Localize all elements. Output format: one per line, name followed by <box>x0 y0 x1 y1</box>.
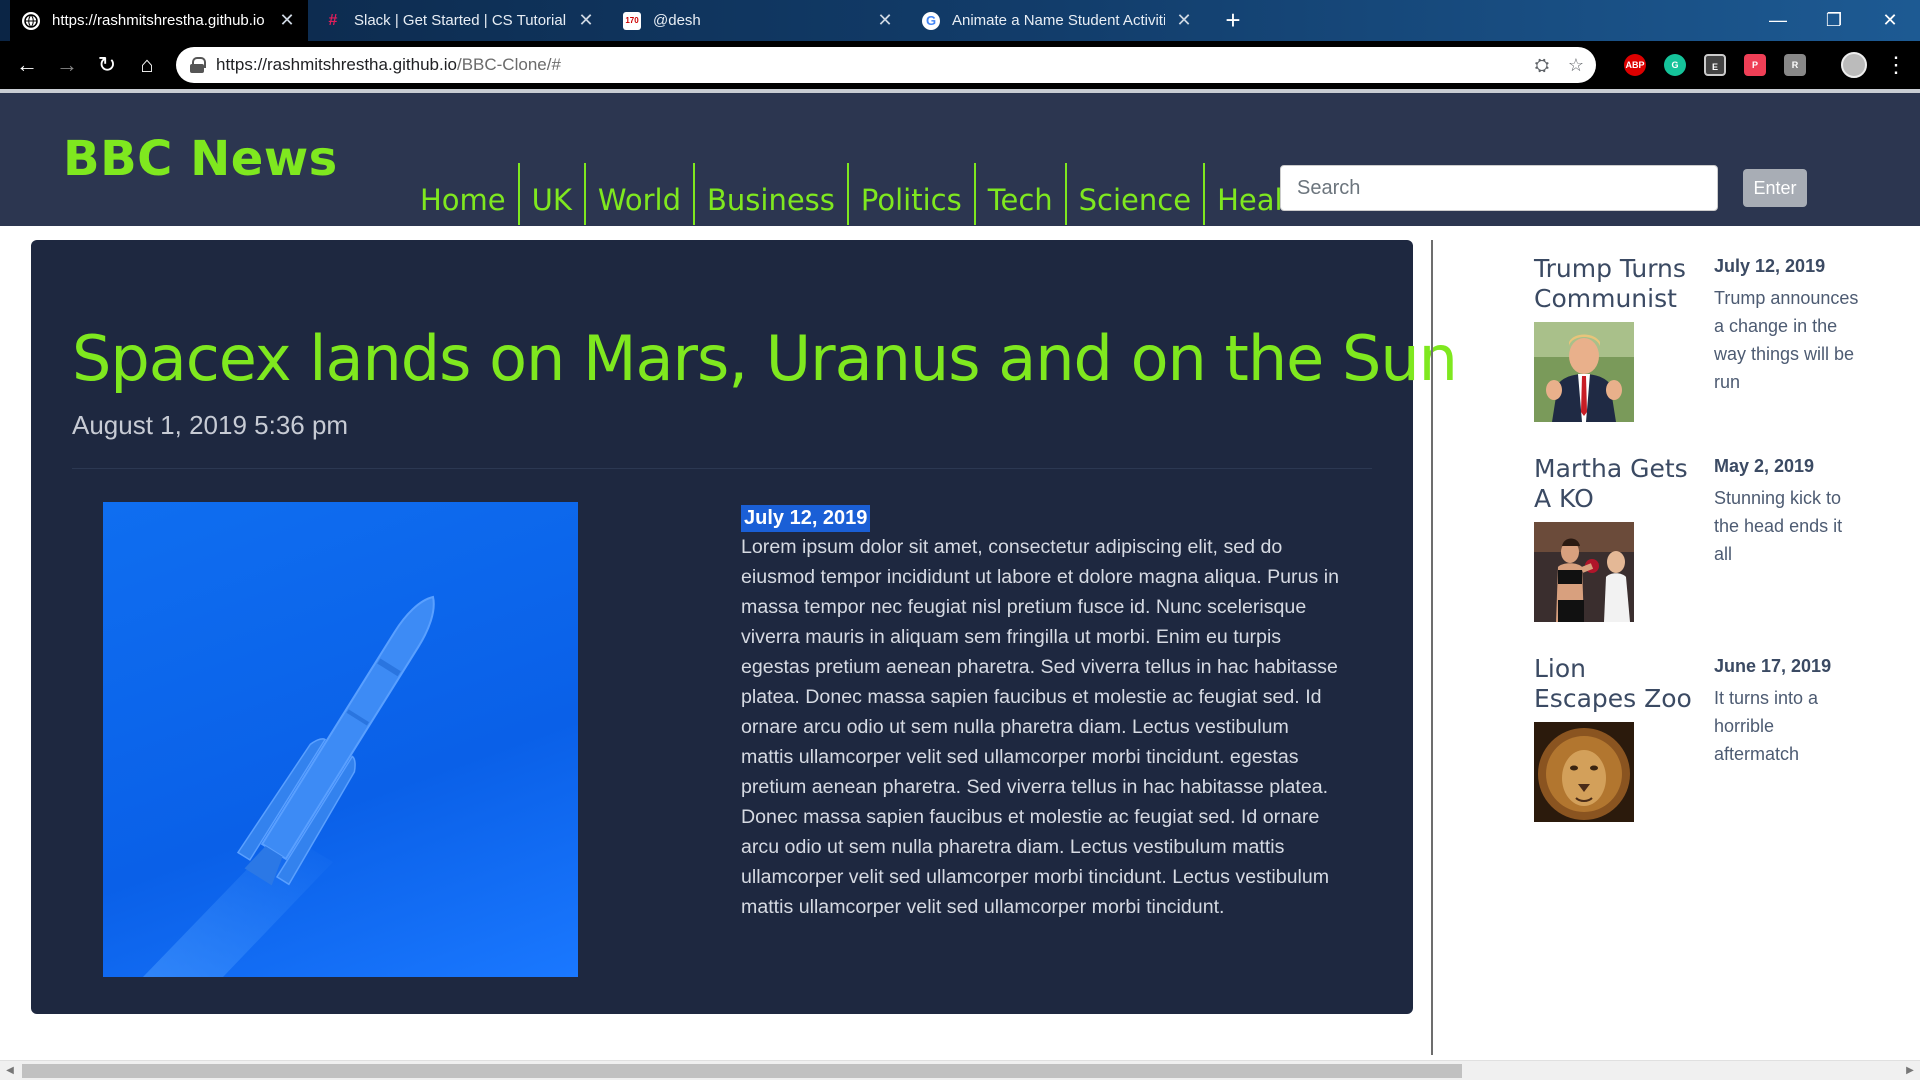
scrollbar-thumb[interactable] <box>22 1064 1462 1078</box>
browser-tab-bbc-clone[interactable]: https://rashmitshrestha.github.io ✕ <box>10 0 308 41</box>
close-tab-icon[interactable]: ✕ <box>1175 10 1193 31</box>
translate-icon[interactable]: ⛭ <box>1532 55 1552 75</box>
new-tab-plus-icon[interactable]: + <box>1218 6 1248 36</box>
profile-avatar[interactable] <box>1841 52 1867 78</box>
story-thumbnail-trump[interactable] <box>1534 322 1634 422</box>
restore-window-icon[interactable]: ❐ <box>1806 0 1862 41</box>
browser-tab-slack[interactable]: # Slack | Get Started | CS Tutorial ✕ <box>312 0 607 41</box>
scroll-left-arrow-icon[interactable]: ◀ <box>2 1063 18 1079</box>
tab-title: @desh <box>653 12 701 29</box>
main-nav: Home UK World Business Politics Tech Sci… <box>408 163 1324 225</box>
tab-title: Animate a Name Student Activiti <box>952 12 1165 29</box>
close-tab-icon[interactable]: ✕ <box>278 10 296 31</box>
tab-title: https://rashmitshrestha.github.io <box>52 12 265 29</box>
rocket-illustration <box>143 595 435 977</box>
story-date: June 17, 2019 <box>1714 656 1832 676</box>
story-description: It turns into a horrible aftermatch <box>1714 688 1819 764</box>
grammarly-extension-icon[interactable]: G <box>1664 54 1686 76</box>
browser-tab-animate-name[interactable]: G Animate a Name Student Activiti ✕ <box>910 0 1205 41</box>
address-bar[interactable]: https://rashmitshrestha.github.io/BBC-Cl… <box>176 47 1596 83</box>
article-body-text: Lorem ipsum dolor sit amet, consectetur … <box>741 536 1339 918</box>
home-icon[interactable]: ⌂ <box>132 50 162 80</box>
story-description: Stunning kick to the head ends it all <box>1714 488 1843 564</box>
search-input[interactable] <box>1280 165 1718 211</box>
article-hero-image <box>103 502 578 977</box>
minimize-window-icon[interactable]: — <box>1750 0 1806 41</box>
horizontal-scrollbar[interactable]: ◀ ▶ <box>0 1060 1920 1080</box>
article-published-date: August 1, 2019 5:36 pm <box>72 410 349 440</box>
slack-icon: # <box>328 11 338 29</box>
browser-tab-strip: https://rashmitshrestha.github.io ✕ # Sl… <box>0 0 1920 41</box>
google-icon: G <box>922 11 940 30</box>
nav-link-business[interactable]: Business <box>693 163 847 225</box>
site-header: BBC News Home UK World Business Politics… <box>0 93 1920 226</box>
article-divider <box>72 468 1372 469</box>
browser-toolbar: ← → ↻ ⌂ https://rashmitshrestha.github.i… <box>0 41 1920 89</box>
nav-link-world[interactable]: World <box>583 163 693 225</box>
evernote-extension-icon[interactable]: E <box>1704 54 1726 76</box>
globe-icon <box>22 11 40 30</box>
back-arrow-icon[interactable]: ← <box>12 50 42 80</box>
close-window-icon[interactable]: ✕ <box>1862 0 1918 41</box>
story-date: May 2, 2019 <box>1714 456 1815 476</box>
story-title[interactable]: Trump Turns Communist <box>1534 254 1694 314</box>
forward-arrow-icon[interactable]: → <box>52 50 82 80</box>
scroll-right-arrow-icon[interactable]: ▶ <box>1902 1063 1918 1079</box>
article-headline: Spacex lands on Mars, Uranus and on the … <box>72 322 1458 395</box>
story-title[interactable]: Lion Escapes Zoo <box>1534 654 1694 714</box>
site-logo[interactable]: BBC News <box>63 131 338 187</box>
browser-menu-icon[interactable]: ⋮ <box>1885 50 1907 80</box>
nav-link-science[interactable]: Science <box>1064 163 1203 225</box>
story-thumbnail-fighter[interactable] <box>1534 522 1634 622</box>
story-date: July 12, 2019 <box>1714 256 1826 276</box>
close-tab-icon[interactable]: ✕ <box>577 10 595 31</box>
nav-link-politics[interactable]: Politics <box>846 163 974 225</box>
url-text: https://rashmitshrestha.github.io/BBC-Cl… <box>216 55 561 74</box>
nav-link-home[interactable]: Home <box>408 163 518 225</box>
close-tab-icon[interactable]: ✕ <box>876 10 894 31</box>
pocket-extension-icon[interactable]: P <box>1744 54 1766 76</box>
nav-link-tech[interactable]: Tech <box>973 163 1065 225</box>
main-article: Spacex lands on Mars, Uranus and on the … <box>31 240 1458 1014</box>
adblock-extension-icon[interactable]: ABP <box>1624 54 1646 76</box>
tab-title: Slack | Get Started | CS Tutorial <box>354 12 567 29</box>
article-body-date: July 12, 2019 <box>741 505 871 532</box>
story-title[interactable]: Martha Gets A KO <box>1534 454 1694 514</box>
extension-icon[interactable]: R <box>1784 54 1806 76</box>
bookmark-star-icon[interactable]: ☆ <box>1566 55 1586 75</box>
sidebar-divider <box>1431 240 1433 1055</box>
browser-tab-desh[interactable]: 170 @desh ✕ <box>611 0 906 41</box>
lock-icon <box>190 57 206 73</box>
reload-icon[interactable]: ↻ <box>92 50 122 80</box>
calendar-icon: 170 <box>623 11 641 30</box>
enter-button[interactable]: Enter <box>1743 169 1807 207</box>
nav-link-uk[interactable]: UK <box>517 163 584 225</box>
story-description: Trump announces a change in the way thin… <box>1714 288 1859 392</box>
story-thumbnail-lion[interactable] <box>1534 722 1634 822</box>
